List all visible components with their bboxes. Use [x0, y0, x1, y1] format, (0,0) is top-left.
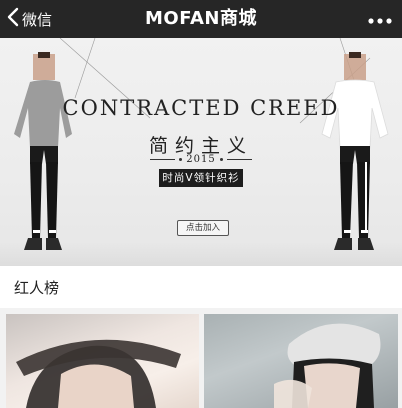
influencer-photo	[16, 339, 181, 408]
divider	[226, 158, 253, 160]
section-header: 红人榜	[0, 266, 402, 308]
section-title: 红人榜	[14, 279, 60, 297]
influencer-card[interactable]	[6, 314, 199, 408]
navbar: 微信 MOFAN商城	[0, 0, 402, 38]
influencer-photo	[274, 323, 381, 408]
chevron-left-icon	[6, 7, 20, 31]
influencer-grid	[0, 308, 402, 408]
back-label: 微信	[22, 10, 53, 29]
banner-floor-shade	[0, 242, 402, 266]
banner-year-row: 2015	[150, 152, 253, 166]
back-button[interactable]: 微信	[6, 0, 52, 38]
page-title: MOFAN商城	[145, 8, 257, 29]
banner-headline: CONTRACTED CREED	[62, 96, 340, 120]
more-dots-icon	[368, 10, 392, 29]
influencer-card[interactable]	[204, 314, 398, 408]
divider	[150, 158, 176, 160]
banner-year: 2015	[186, 153, 216, 165]
more-button[interactable]	[368, 0, 392, 38]
dot-ornament	[179, 157, 183, 161]
banner-tagline: 时尚V领针织衫	[159, 169, 243, 187]
banner-carousel[interactable]: CONTRACTED CREED 简约主义 2015 时尚V领针织衫 点击加入	[0, 38, 402, 266]
join-button[interactable]: 点击加入	[177, 220, 229, 236]
dot-ornament	[219, 157, 223, 161]
